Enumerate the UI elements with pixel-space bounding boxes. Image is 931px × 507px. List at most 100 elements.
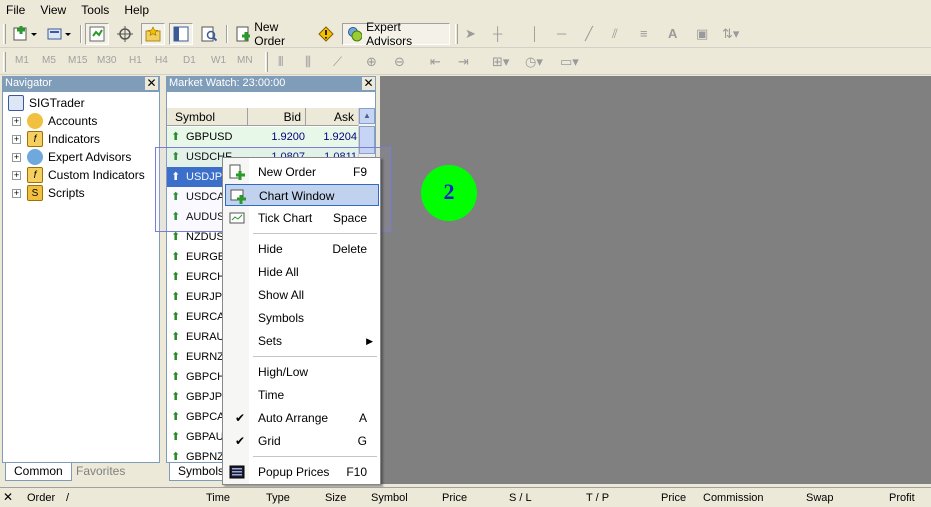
toolbar-grip[interactable] (455, 24, 458, 44)
tf-d1[interactable]: D1 (183, 55, 196, 66)
col-profit[interactable]: Profit (889, 492, 915, 504)
toolbar-grip[interactable] (3, 52, 6, 72)
tf-h4[interactable]: H4 (155, 55, 168, 66)
menu-grid[interactable]: ✔ Grid G (225, 430, 379, 452)
tree-item-indicators[interactable]: + f Indicators (12, 130, 100, 148)
trendline-icon[interactable]: ╱ (585, 26, 593, 42)
vertical-line-icon[interactable]: │ (531, 26, 539, 41)
horizontal-line-icon[interactable]: ─ (557, 26, 566, 41)
tree-item-expert-advisors[interactable]: + Expert Advisors (12, 148, 131, 166)
toolbar-grip[interactable] (3, 24, 6, 44)
col-time[interactable]: Time (206, 492, 230, 504)
new-order-label: New Order (254, 20, 285, 48)
menu-file[interactable]: File (0, 0, 31, 18)
tree-root[interactable]: SIGTrader (8, 94, 85, 112)
data-window-button[interactable] (113, 23, 137, 45)
market-watch-close-icon[interactable]: ✕ (362, 77, 375, 90)
menu-popup-prices[interactable]: Popup Prices F10 (225, 461, 379, 483)
expert-advisors-button[interactable]: Expert Advisors (342, 20, 450, 48)
market-watch-row[interactable]: ⬆ GBPUSD 1.9200 1.9204 (167, 127, 358, 147)
menu-chart-window[interactable]: Chart Window (225, 184, 379, 206)
menu-label: Tick Chart (258, 211, 313, 225)
strategy-tester-button[interactable] (197, 23, 221, 45)
menu-view[interactable]: View (34, 0, 72, 18)
expand-icon[interactable]: + (12, 152, 21, 162)
row-symbol: GBPUSD (186, 131, 233, 143)
templates-dropdown-icon[interactable]: ▭▾ (560, 54, 579, 70)
col-sl[interactable]: S / L (509, 492, 532, 504)
terminal-toggle[interactable] (169, 23, 193, 45)
chart-shift-icon[interactable]: ⇥ (458, 54, 469, 70)
new-order-button[interactable]: New Order (231, 20, 311, 48)
tree-item-custom-indicators[interactable]: + f Custom Indicators (12, 166, 145, 184)
tf-m1[interactable]: M1 (15, 55, 29, 66)
terminal-close-icon[interactable]: ✕ (3, 490, 13, 504)
fibonacci-icon[interactable]: ≡ (640, 26, 648, 41)
scroll-up-icon[interactable]: ▲ (359, 108, 375, 124)
col-symbol[interactable]: Symbol (371, 492, 408, 504)
profiles-button[interactable] (44, 23, 74, 45)
new-chart-button[interactable] (10, 23, 40, 45)
custom-indicator-icon: f (27, 167, 43, 183)
toolbar-grip[interactable] (265, 52, 268, 72)
cursor-icon[interactable]: ➤ (465, 26, 476, 42)
col-ask[interactable]: Ask (305, 108, 358, 126)
market-watch-toggle[interactable] (85, 23, 109, 45)
col-symbol[interactable]: Symbol (167, 108, 247, 126)
tf-m15[interactable]: M15 (68, 55, 87, 66)
col-commission[interactable]: Commission (703, 492, 764, 504)
col-type[interactable]: Type (266, 492, 290, 504)
tf-mn[interactable]: MN (237, 55, 253, 66)
text-tool-icon[interactable]: A (668, 26, 677, 41)
menu-hide-all[interactable]: Hide All (225, 261, 379, 283)
expand-icon[interactable]: + (12, 116, 21, 126)
tf-m5[interactable]: M5 (42, 55, 56, 66)
col-tp[interactable]: T / P (586, 492, 609, 504)
tab-common[interactable]: Common (5, 463, 72, 481)
menu-help[interactable]: Help (118, 0, 155, 18)
arrows-dropdown-icon[interactable]: ⇅▾ (722, 26, 739, 42)
menu-symbols[interactable]: Symbols (225, 307, 379, 329)
auto-scroll-icon[interactable]: ⇤ (430, 54, 441, 70)
expand-icon[interactable]: + (12, 170, 21, 180)
indicators-dropdown-icon[interactable]: ⊞▾ (492, 54, 509, 70)
col-size[interactable]: Size (325, 492, 346, 504)
menu-time[interactable]: Time (225, 384, 379, 406)
expand-icon[interactable]: + (12, 188, 21, 198)
tf-m30[interactable]: M30 (97, 55, 116, 66)
tab-favorites[interactable]: Favorites (68, 463, 133, 481)
row-bid: 1.9200 (271, 131, 305, 143)
tf-w1[interactable]: W1 (211, 55, 226, 66)
zoom-out-icon[interactable]: ⊖ (394, 54, 405, 70)
channel-icon[interactable]: ⫽ (612, 26, 618, 42)
menu-new-order[interactable]: New Order F9 (225, 161, 379, 183)
menu-high-low[interactable]: High/Low (225, 361, 379, 383)
popup-prices-icon (229, 465, 245, 479)
col-bid[interactable]: Bid (247, 108, 305, 126)
line-chart-icon[interactable]: ⟋ (333, 54, 342, 70)
menu-hide[interactable]: Hide Delete (225, 238, 379, 260)
tree-item-accounts[interactable]: + Accounts (12, 112, 97, 130)
menu-sets[interactable]: Sets ▶ (225, 330, 379, 352)
col-order[interactable]: Order (27, 492, 55, 504)
col-close-price[interactable]: Price (661, 492, 686, 504)
crosshair-tool-icon[interactable]: ┼ (493, 26, 502, 41)
chart-workspace[interactable] (380, 76, 931, 484)
menu-show-all[interactable]: Show All (225, 284, 379, 306)
menu-tools[interactable]: Tools (75, 0, 115, 18)
text-label-icon[interactable]: ▣ (696, 26, 708, 42)
tree-item-scripts[interactable]: + S Scripts (12, 184, 85, 202)
navigator-toggle[interactable] (141, 23, 165, 45)
candlestick-icon[interactable]: ⫼ (305, 54, 311, 70)
zoom-in-icon[interactable]: ⊕ (366, 54, 377, 70)
navigator-close-icon[interactable]: ✕ (145, 77, 158, 90)
menu-tick-chart[interactable]: Tick Chart Space (225, 207, 379, 229)
periods-dropdown-icon[interactable]: ◷▾ (525, 54, 543, 70)
col-price[interactable]: Price (442, 492, 467, 504)
bar-chart-icon[interactable]: ⫴ (278, 54, 283, 70)
tf-h1[interactable]: H1 (129, 55, 142, 66)
menu-auto-arrange[interactable]: ✔ Auto Arrange A (225, 407, 379, 429)
expand-icon[interactable]: + (12, 134, 21, 144)
alert-button[interactable] (314, 23, 338, 45)
col-swap[interactable]: Swap (806, 492, 834, 504)
